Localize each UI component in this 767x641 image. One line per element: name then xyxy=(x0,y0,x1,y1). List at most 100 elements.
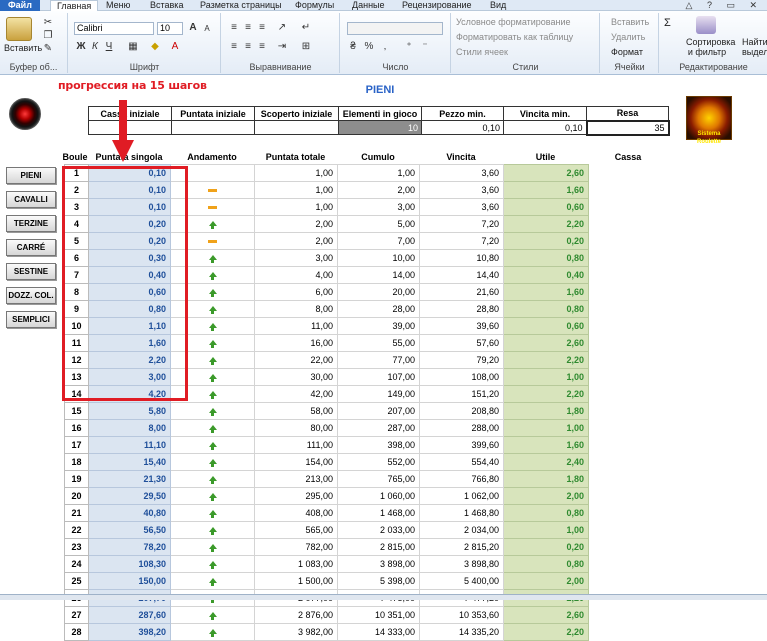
vincita-cell[interactable]: 3,60 xyxy=(419,164,504,182)
cumulo-cell[interactable]: 2 815,00 xyxy=(337,538,420,556)
cell-styles-button[interactable]: Стили ячеек xyxy=(456,47,508,57)
totale-cell[interactable]: 8,00 xyxy=(254,300,338,318)
tab-page-layout[interactable]: Разметка страницы xyxy=(200,0,282,11)
utile-cell[interactable]: 2,00 xyxy=(503,487,589,505)
side-button-semplici[interactable]: SEMPLICI xyxy=(6,311,56,328)
boule-cell[interactable]: 22 xyxy=(64,521,89,539)
tab-review[interactable]: Рецензирование xyxy=(402,0,472,11)
side-button-sestine[interactable]: SESTINE xyxy=(6,263,56,280)
vincita-cell[interactable]: 399,60 xyxy=(419,436,504,454)
utile-cell[interactable]: 0,20 xyxy=(503,538,589,556)
puntata-cell[interactable]: 15,40 xyxy=(88,453,171,471)
vincita-cell[interactable]: 3,60 xyxy=(419,181,504,199)
borders-icon[interactable]: ▦ xyxy=(127,41,139,53)
boule-cell[interactable]: 16 xyxy=(64,419,89,437)
sort-filter-icon[interactable] xyxy=(696,16,716,34)
side-button-cavalli[interactable]: CAVALLI xyxy=(6,191,56,208)
totale-cell[interactable]: 4,00 xyxy=(254,266,338,284)
grow-font-icon[interactable]: A xyxy=(187,22,199,34)
cumulo-cell[interactable]: 7,00 xyxy=(337,232,420,250)
totale-cell[interactable]: 111,00 xyxy=(254,436,338,454)
vincita-cell[interactable]: 3,60 xyxy=(419,198,504,216)
bold-button[interactable]: Ж xyxy=(75,41,87,53)
utile-cell[interactable]: 1,60 xyxy=(503,436,589,454)
vincita-cell[interactable]: 1 468,80 xyxy=(419,504,504,522)
number-format-select[interactable] xyxy=(347,22,443,35)
copy-icon[interactable]: ❐ xyxy=(42,30,54,42)
utile-cell[interactable]: 2,00 xyxy=(503,572,589,590)
cassa-cell[interactable] xyxy=(589,488,669,505)
andamento-cell[interactable] xyxy=(170,623,255,641)
font-color-icon[interactable]: A xyxy=(169,41,181,53)
utile-cell[interactable]: 2,20 xyxy=(503,215,589,233)
boule-cell[interactable]: 19 xyxy=(64,470,89,488)
totale-cell[interactable]: 6,00 xyxy=(254,283,338,301)
wrap-text-icon[interactable]: ↵ xyxy=(300,22,312,34)
puntata-cell[interactable]: 8,00 xyxy=(88,419,171,437)
cumulo-cell[interactable]: 20,00 xyxy=(337,283,420,301)
cassa-cell[interactable] xyxy=(589,386,669,403)
side-button-terzine[interactable]: TERZINE xyxy=(6,215,56,232)
format-painter-icon[interactable]: ✎ xyxy=(42,43,54,55)
cumulo-cell[interactable]: 14,00 xyxy=(337,266,420,284)
cassa-cell[interactable] xyxy=(589,522,669,539)
cassa-cell[interactable] xyxy=(589,301,669,318)
vincita-cell[interactable]: 21,60 xyxy=(419,283,504,301)
cassa-cell[interactable] xyxy=(589,471,669,488)
tab-view[interactable]: Вид xyxy=(490,0,506,11)
vincita-cell[interactable]: 5 400,00 xyxy=(419,572,504,590)
vincita-cell[interactable]: 2 815,20 xyxy=(419,538,504,556)
delete-cells-button[interactable]: Удалить xyxy=(611,32,645,42)
andamento-cell[interactable] xyxy=(170,606,255,624)
sort-filter-button[interactable]: Сортировка и фильтр xyxy=(686,37,735,57)
utile-cell[interactable]: 0,60 xyxy=(503,317,589,335)
cassa-cell[interactable] xyxy=(589,607,669,624)
totale-cell[interactable]: 30,00 xyxy=(254,368,338,386)
totale-cell[interactable]: 1,00 xyxy=(254,198,338,216)
find-select-button[interactable]: Найти выделить xyxy=(742,37,767,57)
totale-cell[interactable]: 1 500,00 xyxy=(254,572,338,590)
conditional-format-button[interactable]: Условное форматирование xyxy=(456,17,571,27)
utile-cell[interactable]: 2,60 xyxy=(503,606,589,624)
align-center-icon[interactable]: ≡ xyxy=(242,41,254,53)
window-controls[interactable]: △ ? ▭ ✕ xyxy=(686,0,763,11)
cumulo-cell[interactable]: 1,00 xyxy=(337,164,420,182)
align-top-icon[interactable]: ≡ xyxy=(228,22,240,34)
vincita-cell[interactable]: 288,00 xyxy=(419,419,504,437)
totale-cell[interactable]: 16,00 xyxy=(254,334,338,352)
utile-cell[interactable]: 0,20 xyxy=(503,232,589,250)
vincita-cell[interactable]: 554,40 xyxy=(419,453,504,471)
cassa-cell[interactable] xyxy=(589,454,669,471)
insert-cells-button[interactable]: Вставить xyxy=(611,17,649,27)
totale-cell[interactable]: 42,00 xyxy=(254,385,338,403)
puntata-cell[interactable]: 40,80 xyxy=(88,504,171,522)
cassa-cell[interactable] xyxy=(589,182,669,199)
utile-cell[interactable]: 0,60 xyxy=(503,198,589,216)
cassa-cell[interactable] xyxy=(589,216,669,233)
andamento-cell[interactable] xyxy=(170,487,255,505)
cassa-cell[interactable] xyxy=(589,284,669,301)
decrease-decimal-icon[interactable]: ⁻ xyxy=(419,41,431,53)
puntata-iniziale-cell[interactable] xyxy=(171,120,255,135)
utile-cell[interactable]: 2,40 xyxy=(503,453,589,471)
cassa-cell[interactable] xyxy=(589,420,669,437)
cumulo-cell[interactable]: 39,00 xyxy=(337,317,420,335)
vincita-cell[interactable]: 39,60 xyxy=(419,317,504,335)
andamento-cell[interactable] xyxy=(170,436,255,454)
puntata-cell[interactable]: 29,50 xyxy=(88,487,171,505)
paste-button[interactable]: Вставить xyxy=(4,43,42,53)
vincita-cell[interactable]: 3 898,80 xyxy=(419,555,504,573)
autosum-button[interactable]: Σ xyxy=(664,17,671,29)
underline-button[interactable]: Ч xyxy=(103,41,115,53)
cassa-cell[interactable] xyxy=(589,403,669,420)
percent-icon[interactable]: % xyxy=(363,41,375,53)
currency-icon[interactable]: ₴ xyxy=(347,41,359,53)
cut-icon[interactable]: ✂ xyxy=(42,17,54,29)
totale-cell[interactable]: 213,00 xyxy=(254,470,338,488)
vincita-cell[interactable]: 208,80 xyxy=(419,402,504,420)
cassa-cell[interactable] xyxy=(589,165,669,182)
totale-cell[interactable]: 1 083,00 xyxy=(254,555,338,573)
cassa-cell[interactable] xyxy=(589,539,669,556)
cassa-cell[interactable] xyxy=(589,318,669,335)
align-left-icon[interactable]: ≡ xyxy=(228,41,240,53)
